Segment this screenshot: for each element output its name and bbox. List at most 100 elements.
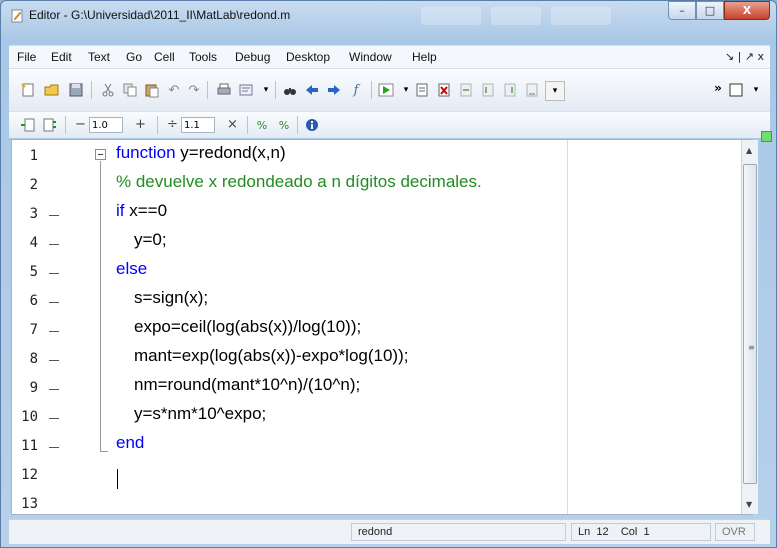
code-line-11: end bbox=[116, 433, 145, 452]
breakpoint-dash[interactable] bbox=[49, 418, 59, 419]
insert-cell-icon[interactable] bbox=[19, 116, 37, 134]
column-label: Col bbox=[620, 526, 638, 538]
code-editor[interactable]: 1 2 3 4 5 6 7 8 9 10 11 12 13 function y… bbox=[11, 139, 753, 515]
line-number: 2 bbox=[29, 177, 38, 193]
toolbar-separator bbox=[275, 81, 276, 99]
menu-desktop[interactable]: Desktop bbox=[286, 50, 330, 64]
exit-debug-icon[interactable] bbox=[523, 81, 541, 99]
background-window-tab bbox=[551, 7, 611, 25]
menu-tools[interactable]: Tools bbox=[189, 50, 217, 64]
menu-file[interactable]: File bbox=[17, 50, 36, 64]
scroll-up-icon[interactable]: ▲ bbox=[746, 146, 752, 155]
line-number: 8 bbox=[29, 351, 38, 367]
save-icon[interactable] bbox=[67, 81, 85, 99]
print-icon[interactable] bbox=[215, 81, 233, 99]
forward-arrow-icon[interactable] bbox=[325, 81, 343, 99]
minimize-button[interactable]: – bbox=[668, 1, 696, 20]
function-browser-icon[interactable]: f bbox=[347, 81, 365, 99]
maximize-button[interactable]: □ bbox=[696, 1, 724, 20]
line-number: 6 bbox=[29, 293, 38, 309]
line-number-gutter: 1 2 3 4 5 6 7 8 9 10 11 12 13 bbox=[12, 140, 100, 514]
code-line-4: y=0; bbox=[134, 230, 167, 249]
stack-dropdown[interactable]: ▾ bbox=[545, 81, 565, 101]
code-line-1: function y=redond(x,n) bbox=[116, 143, 286, 163]
fold-guide-line bbox=[100, 161, 101, 451]
column-value: 1 bbox=[643, 526, 650, 538]
toolbar-separator bbox=[65, 116, 66, 134]
run-icon[interactable] bbox=[377, 81, 395, 99]
menu-window[interactable]: Window bbox=[349, 50, 392, 64]
step-out-icon[interactable] bbox=[501, 81, 519, 99]
fold-guide-end bbox=[100, 451, 108, 452]
uncomment-icon[interactable]: % bbox=[275, 116, 293, 134]
menu-cell[interactable]: Cell bbox=[154, 50, 175, 64]
layout-icon[interactable] bbox=[727, 81, 745, 99]
toolbar-separator bbox=[157, 116, 158, 134]
set-breakpoint-icon[interactable] bbox=[413, 81, 431, 99]
clear-breakpoints-icon[interactable] bbox=[435, 81, 453, 99]
chevron-down-icon[interactable]: ▾ bbox=[747, 81, 765, 99]
find-icon[interactable] bbox=[281, 81, 299, 99]
breakpoint-dash[interactable] bbox=[49, 215, 59, 216]
menu-debug[interactable]: Debug bbox=[235, 50, 270, 64]
divide-button[interactable]: ÷ bbox=[167, 117, 178, 132]
line-label: Ln bbox=[578, 526, 591, 538]
cell-toolbar: − 1.0 + ÷ 1.1 × % % bbox=[9, 111, 770, 138]
scroll-down-icon[interactable]: ▼ bbox=[746, 500, 752, 509]
new-file-icon[interactable] bbox=[19, 81, 37, 99]
code-line-8: mant=exp(log(abs(x))-expo*log(10)); bbox=[134, 346, 409, 365]
menu-edit[interactable]: Edit bbox=[51, 50, 72, 64]
if-condition: x==0 bbox=[124, 201, 168, 220]
breakpoint-dash[interactable] bbox=[49, 273, 59, 274]
menu-go[interactable]: Go bbox=[126, 50, 142, 64]
breakpoint-dash[interactable] bbox=[49, 447, 59, 448]
help-info-icon[interactable] bbox=[303, 116, 321, 134]
chevron-down-icon[interactable]: ▾ bbox=[257, 81, 275, 99]
toolbar-separator bbox=[297, 116, 298, 134]
menu-text[interactable]: Text bbox=[88, 50, 110, 64]
breakpoint-dash[interactable] bbox=[49, 360, 59, 361]
scrollbar-thumb[interactable]: ≡ bbox=[743, 164, 757, 484]
dock-undock-controls[interactable]: ↘ | ↗ x bbox=[725, 50, 764, 63]
close-button[interactable]: X bbox=[724, 1, 770, 20]
code-fold-toggle[interactable] bbox=[95, 149, 106, 160]
code-line-10: y=s*nm*10^expo; bbox=[134, 404, 267, 423]
increment-button[interactable]: + bbox=[135, 117, 146, 132]
toolbar-separator bbox=[91, 81, 92, 99]
line-number: 13 bbox=[21, 496, 38, 512]
comment-icon[interactable]: % bbox=[253, 116, 271, 134]
line-number: 10 bbox=[21, 409, 38, 425]
publish-icon[interactable] bbox=[237, 81, 255, 99]
undo-icon[interactable]: ↶ bbox=[165, 81, 183, 99]
open-file-icon[interactable] bbox=[43, 81, 61, 99]
status-bar: redond Ln 12 Col 1 OVR bbox=[9, 519, 770, 544]
no-warnings-indicator[interactable] bbox=[761, 131, 772, 142]
title-bar[interactable]: Editor - G:\Universidad\2011_II\MatLab\r… bbox=[1, 1, 776, 31]
status-overwrite-mode: OVR bbox=[715, 523, 755, 541]
breakpoint-dash[interactable] bbox=[49, 244, 59, 245]
step-icon[interactable] bbox=[457, 81, 475, 99]
paste-icon[interactable] bbox=[143, 81, 161, 99]
code-line-6: s=sign(x); bbox=[134, 288, 209, 307]
step-in-icon[interactable] bbox=[479, 81, 497, 99]
toolbar-separator bbox=[247, 116, 248, 134]
multiply-button[interactable]: × bbox=[227, 117, 238, 132]
line-number: 1 bbox=[29, 148, 38, 164]
cut-icon[interactable] bbox=[99, 81, 117, 99]
evaluate-cell-icon[interactable] bbox=[41, 116, 59, 134]
breakpoint-dash[interactable] bbox=[49, 389, 59, 390]
cell-value-input-1[interactable]: 1.0 bbox=[89, 117, 123, 133]
cell-value-input-2[interactable]: 1.1 bbox=[181, 117, 215, 133]
redo-icon[interactable]: ↷ bbox=[185, 81, 203, 99]
menu-help[interactable]: Help bbox=[412, 50, 437, 64]
back-arrow-icon[interactable] bbox=[303, 81, 321, 99]
window-title: Editor - G:\Universidad\2011_II\MatLab\r… bbox=[29, 8, 291, 22]
copy-icon[interactable] bbox=[121, 81, 139, 99]
breakpoint-dash[interactable] bbox=[49, 302, 59, 303]
decrement-button[interactable]: − bbox=[75, 117, 86, 132]
breakpoint-dash[interactable] bbox=[49, 331, 59, 332]
function-signature: y=redond(x,n) bbox=[175, 143, 286, 162]
toolbar-overflow-icon[interactable]: » bbox=[709, 79, 727, 97]
vertical-scrollbar[interactable]: ▲ ≡ ▼ bbox=[741, 140, 758, 514]
menu-bar: File Edit Text Go Cell Tools Debug Deskt… bbox=[9, 45, 770, 68]
